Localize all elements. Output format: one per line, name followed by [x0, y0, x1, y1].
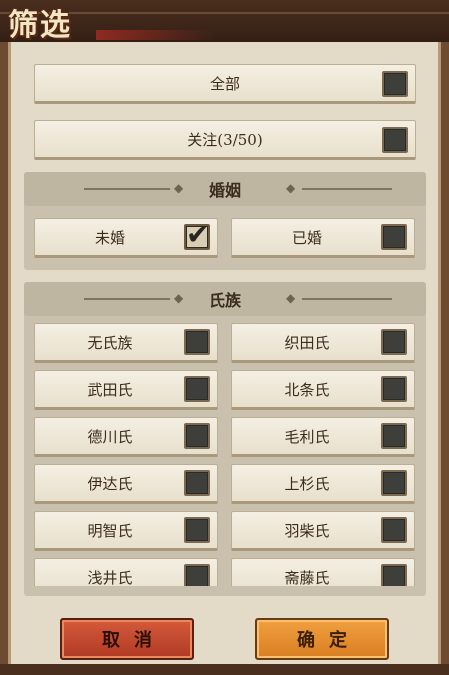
- option-label: 未婚: [94, 228, 125, 247]
- divider-line-right: [302, 188, 392, 190]
- clan-option[interactable]: 浅井氏: [34, 558, 218, 586]
- dialog-title: 筛选: [8, 8, 72, 43]
- clan-checkbox[interactable]: [184, 423, 210, 449]
- clan-option[interactable]: 羽柴氏: [231, 511, 415, 551]
- marriage-option-married[interactable]: 已婚: [231, 218, 415, 258]
- clan-checkbox[interactable]: [381, 564, 407, 586]
- filter-all-label: 全部: [209, 74, 240, 93]
- clan-checkbox[interactable]: [184, 564, 210, 586]
- clan-option[interactable]: 上杉氏: [231, 464, 415, 504]
- clan-option[interactable]: 北条氏: [231, 370, 415, 410]
- clan-option[interactable]: 织田氏: [231, 323, 415, 363]
- clan-checkbox[interactable]: [184, 376, 210, 402]
- filter-follow-checkbox[interactable]: [382, 127, 408, 153]
- clan-option[interactable]: 毛利氏: [231, 417, 415, 457]
- clan-option[interactable]: 德川氏: [34, 417, 218, 457]
- clan-checkbox[interactable]: [184, 329, 210, 355]
- option-label: 毛利氏: [284, 427, 330, 446]
- option-label: 北条氏: [284, 380, 330, 399]
- clan-checkbox[interactable]: [381, 517, 407, 543]
- option-label: 斋藤氏: [284, 568, 330, 587]
- clan-section-header: ◆ 氏族 ◆: [24, 282, 426, 316]
- filter-follow-button[interactable]: 关注(3/50): [34, 120, 416, 160]
- filter-all-checkbox[interactable]: [382, 71, 408, 97]
- clan-option[interactable]: 无氏族: [34, 323, 218, 363]
- clan-option[interactable]: 斋藤氏: [231, 558, 415, 586]
- diamond-ornament-icon: ◆: [286, 181, 296, 195]
- clan-option[interactable]: 武田氏: [34, 370, 218, 410]
- clan-checkbox[interactable]: [184, 470, 210, 496]
- diamond-ornament-icon: ◆: [286, 291, 296, 305]
- filter-all-button[interactable]: 全部: [34, 64, 416, 104]
- clan-list[interactable]: 无氏族 织田氏 武田氏 北条氏 德川氏 毛利氏 伊达氏 上杉氏 明智氏 羽柴氏: [24, 318, 426, 586]
- clan-checkbox[interactable]: [381, 470, 407, 496]
- option-label: 浅井氏: [87, 568, 133, 587]
- option-label: 织田氏: [284, 333, 330, 352]
- married-checkbox[interactable]: [381, 224, 407, 250]
- divider-line-right: [302, 298, 392, 300]
- clan-checkbox[interactable]: [184, 517, 210, 543]
- left-edge: [0, 42, 8, 668]
- clan-option[interactable]: 伊达氏: [34, 464, 218, 504]
- right-edge: [441, 42, 449, 668]
- option-label: 武田氏: [87, 380, 133, 399]
- clan-checkbox[interactable]: [381, 376, 407, 402]
- title-accent: [96, 30, 216, 40]
- option-label: 德川氏: [87, 427, 133, 446]
- marriage-section-header: ◆ 婚姻 ◆: [24, 172, 426, 206]
- option-label: 明智氏: [87, 521, 133, 540]
- unmarried-checkbox[interactable]: ✔: [184, 220, 210, 250]
- option-label: 已婚: [291, 228, 322, 247]
- cancel-button[interactable]: 取消: [60, 618, 194, 660]
- option-label: 上杉氏: [284, 474, 330, 493]
- option-label: 无氏族: [87, 333, 133, 352]
- clan-checkbox[interactable]: [381, 329, 407, 355]
- marriage-option-unmarried[interactable]: 未婚 ✔: [34, 218, 218, 258]
- confirm-button[interactable]: 确定: [255, 618, 389, 660]
- filter-follow-label: 关注(3/50): [187, 130, 263, 149]
- bottom-frame-bar: [0, 664, 449, 675]
- clan-option[interactable]: 明智氏: [34, 511, 218, 551]
- option-label: 羽柴氏: [284, 521, 330, 540]
- checkmark-icon: ✔: [186, 218, 210, 251]
- option-label: 伊达氏: [87, 474, 133, 493]
- clan-checkbox[interactable]: [381, 423, 407, 449]
